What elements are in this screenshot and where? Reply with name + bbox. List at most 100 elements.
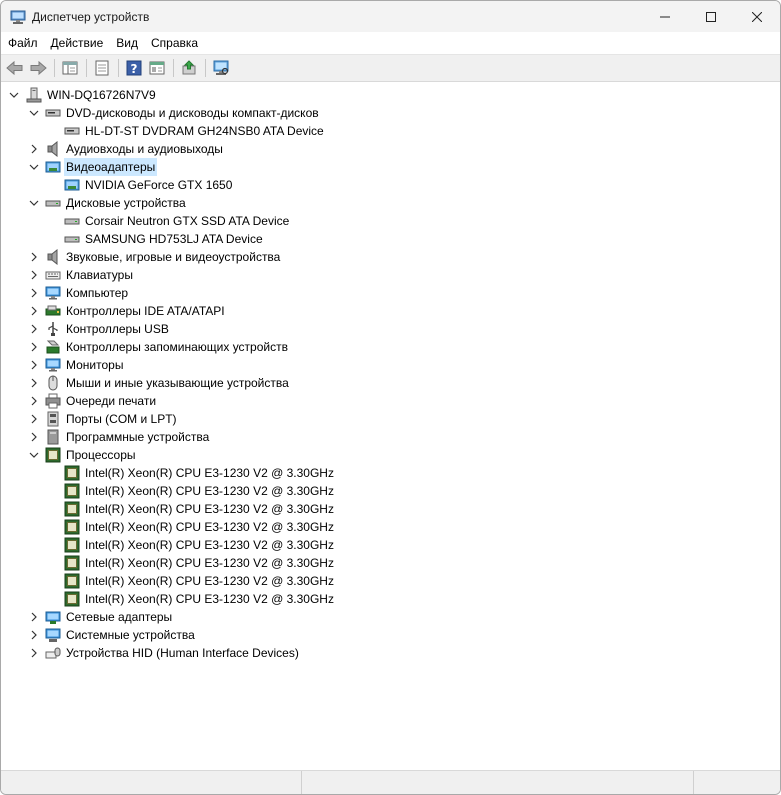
run-view-button[interactable] — [146, 57, 168, 79]
menu-file[interactable]: Файл — [2, 32, 44, 54]
tree-category-row[interactable]: DVD-дисководы и дисководы компакт-дисков — [1, 104, 780, 122]
chevron-right-icon[interactable] — [29, 612, 39, 622]
update-driver-button[interactable] — [178, 57, 200, 79]
chevron-down-icon[interactable] — [29, 162, 39, 172]
disk-drive-icon — [64, 236, 80, 243]
chevron-right-icon[interactable] — [29, 324, 39, 334]
tree-category-row[interactable]: Устройства HID (Human Interface Devices) — [1, 644, 780, 662]
tree-device-row[interactable]: NVIDIA GeForce GTX 1650 — [1, 176, 780, 194]
maximize-button[interactable] — [688, 1, 734, 32]
toolbar: ? — [1, 55, 780, 82]
menu-view[interactable]: Вид — [110, 32, 144, 54]
tree-device-row[interactable]: Intel(R) Xeon(R) CPU E3-1230 V2 @ 3.30GH… — [1, 572, 780, 590]
tree-category-label: Звуковые, игровые и видеоустройства — [66, 250, 281, 264]
status-bar — [1, 770, 780, 794]
tree-category-row[interactable]: Мониторы — [1, 356, 780, 374]
tree-device-label: Intel(R) Xeon(R) CPU E3-1230 V2 @ 3.30GH… — [85, 556, 334, 570]
processor-icon — [64, 591, 80, 607]
dvd-drive-icon — [45, 109, 61, 117]
tree-device-label: Intel(R) Xeon(R) CPU E3-1230 V2 @ 3.30GH… — [85, 538, 334, 552]
tree-category-row[interactable]: Компьютер — [1, 284, 780, 302]
tree-category-row[interactable]: Сетевые адаптеры — [1, 608, 780, 626]
tree-category-row[interactable]: Очереди печати — [1, 392, 780, 410]
help-icon: ? — [126, 60, 142, 76]
chevron-right-icon[interactable] — [29, 306, 39, 316]
forward-button[interactable] — [27, 57, 49, 79]
run-view-icon — [149, 61, 165, 75]
chevron-right-icon[interactable] — [29, 342, 39, 352]
device-tree[interactable]: WIN-DQ16726N7V9 DVD-дисководы и дисковод… — [1, 84, 780, 770]
properties-button[interactable] — [91, 57, 113, 79]
monitor-icon — [45, 286, 61, 300]
tree-category-label: Дисковые устройства — [66, 196, 186, 210]
tree-device-label: SAMSUNG HD753LJ ATA Device — [85, 232, 263, 246]
tree-device-row[interactable]: Intel(R) Xeon(R) CPU E3-1230 V2 @ 3.30GH… — [1, 518, 780, 536]
keyboard-icon — [45, 271, 61, 280]
help-button[interactable]: ? — [123, 57, 145, 79]
toolbar-separator — [173, 59, 174, 77]
tree-category-row[interactable]: Контроллеры USB — [1, 320, 780, 338]
chevron-right-icon[interactable] — [29, 396, 39, 406]
tree-device-label: Corsair Neutron GTX SSD ATA Device — [85, 214, 290, 228]
close-button[interactable] — [734, 1, 780, 32]
chevron-down-icon[interactable] — [9, 90, 19, 100]
tree-device-row[interactable]: Intel(R) Xeon(R) CPU E3-1230 V2 @ 3.30GH… — [1, 536, 780, 554]
ide-controller-icon — [45, 305, 61, 316]
scan-hardware-button[interactable] — [210, 57, 232, 79]
menu-help[interactable]: Справка — [145, 32, 204, 54]
tree-category-row[interactable]: Клавиатуры — [1, 266, 780, 284]
chevron-right-icon[interactable] — [29, 288, 39, 298]
disk-drive-icon — [45, 200, 61, 207]
tree-category-row[interactable]: Процессоры — [1, 446, 780, 464]
chevron-right-icon[interactable] — [29, 414, 39, 424]
chevron-right-icon[interactable] — [29, 648, 39, 658]
chevron-right-icon[interactable] — [29, 432, 39, 442]
close-icon — [752, 11, 762, 22]
chevron-right-icon[interactable] — [29, 252, 39, 262]
tree-category-row[interactable]: Аудиовходы и аудиовыходы — [1, 140, 780, 158]
back-button[interactable] — [4, 57, 26, 79]
tree-device-row[interactable]: Intel(R) Xeon(R) CPU E3-1230 V2 @ 3.30GH… — [1, 482, 780, 500]
tree-category-label: DVD-дисководы и дисководы компакт-дисков — [66, 106, 319, 120]
device-manager-app-icon — [10, 10, 26, 24]
tree-category-row[interactable]: Видеоадаптеры — [1, 158, 780, 176]
chevron-right-icon[interactable] — [29, 630, 39, 640]
chevron-down-icon[interactable] — [29, 198, 39, 208]
title-bar[interactable]: Диспетчер устройств — [1, 1, 780, 32]
tree-device-row[interactable]: HL-DT-ST DVDRAM GH24NSB0 ATA Device — [1, 122, 780, 140]
system-device-icon — [45, 628, 61, 642]
printer-icon — [45, 393, 61, 409]
show-hide-tree-button[interactable] — [59, 57, 81, 79]
tree-category-row[interactable]: Мыши и иные указывающие устройства — [1, 374, 780, 392]
chevron-right-icon[interactable] — [29, 270, 39, 280]
usb-icon — [48, 322, 58, 336]
chevron-down-icon[interactable] — [29, 450, 39, 460]
tree-category-row[interactable]: Контроллеры IDE ATA/ATAPI — [1, 302, 780, 320]
speaker-icon — [47, 141, 58, 157]
tree-device-row[interactable]: Corsair Neutron GTX SSD ATA Device — [1, 212, 780, 230]
tree-root-row[interactable]: WIN-DQ16726N7V9 — [1, 86, 780, 104]
tree-category-row[interactable]: Порты (COM и LPT) — [1, 410, 780, 428]
processor-icon — [64, 483, 80, 499]
tree-device-row[interactable]: Intel(R) Xeon(R) CPU E3-1230 V2 @ 3.30GH… — [1, 464, 780, 482]
tree-device-row[interactable]: Intel(R) Xeon(R) CPU E3-1230 V2 @ 3.30GH… — [1, 554, 780, 572]
tree-category-row[interactable]: Контроллеры запоминающих устройств — [1, 338, 780, 356]
tree-category-row[interactable]: Дисковые устройства — [1, 194, 780, 212]
chevron-right-icon[interactable] — [29, 378, 39, 388]
chevron-right-icon[interactable] — [29, 360, 39, 370]
toolbar-separator — [54, 59, 55, 77]
toolbar-separator — [86, 59, 87, 77]
tree-device-row[interactable]: Intel(R) Xeon(R) CPU E3-1230 V2 @ 3.30GH… — [1, 500, 780, 518]
tree-category-label: Компьютер — [66, 286, 129, 300]
minimize-button[interactable] — [642, 1, 688, 32]
menu-action[interactable]: Действие — [45, 32, 110, 54]
tree-device-row[interactable]: Intel(R) Xeon(R) CPU E3-1230 V2 @ 3.30GH… — [1, 590, 780, 608]
toolbar-separator — [118, 59, 119, 77]
chevron-down-icon[interactable] — [29, 108, 39, 118]
status-pane-2 — [302, 771, 695, 794]
tree-device-row[interactable]: SAMSUNG HD753LJ ATA Device — [1, 230, 780, 248]
chevron-right-icon[interactable] — [29, 144, 39, 154]
tree-category-row[interactable]: Программные устройства — [1, 428, 780, 446]
tree-category-row[interactable]: Системные устройства — [1, 626, 780, 644]
tree-category-row[interactable]: Звуковые, игровые и видеоустройства — [1, 248, 780, 266]
